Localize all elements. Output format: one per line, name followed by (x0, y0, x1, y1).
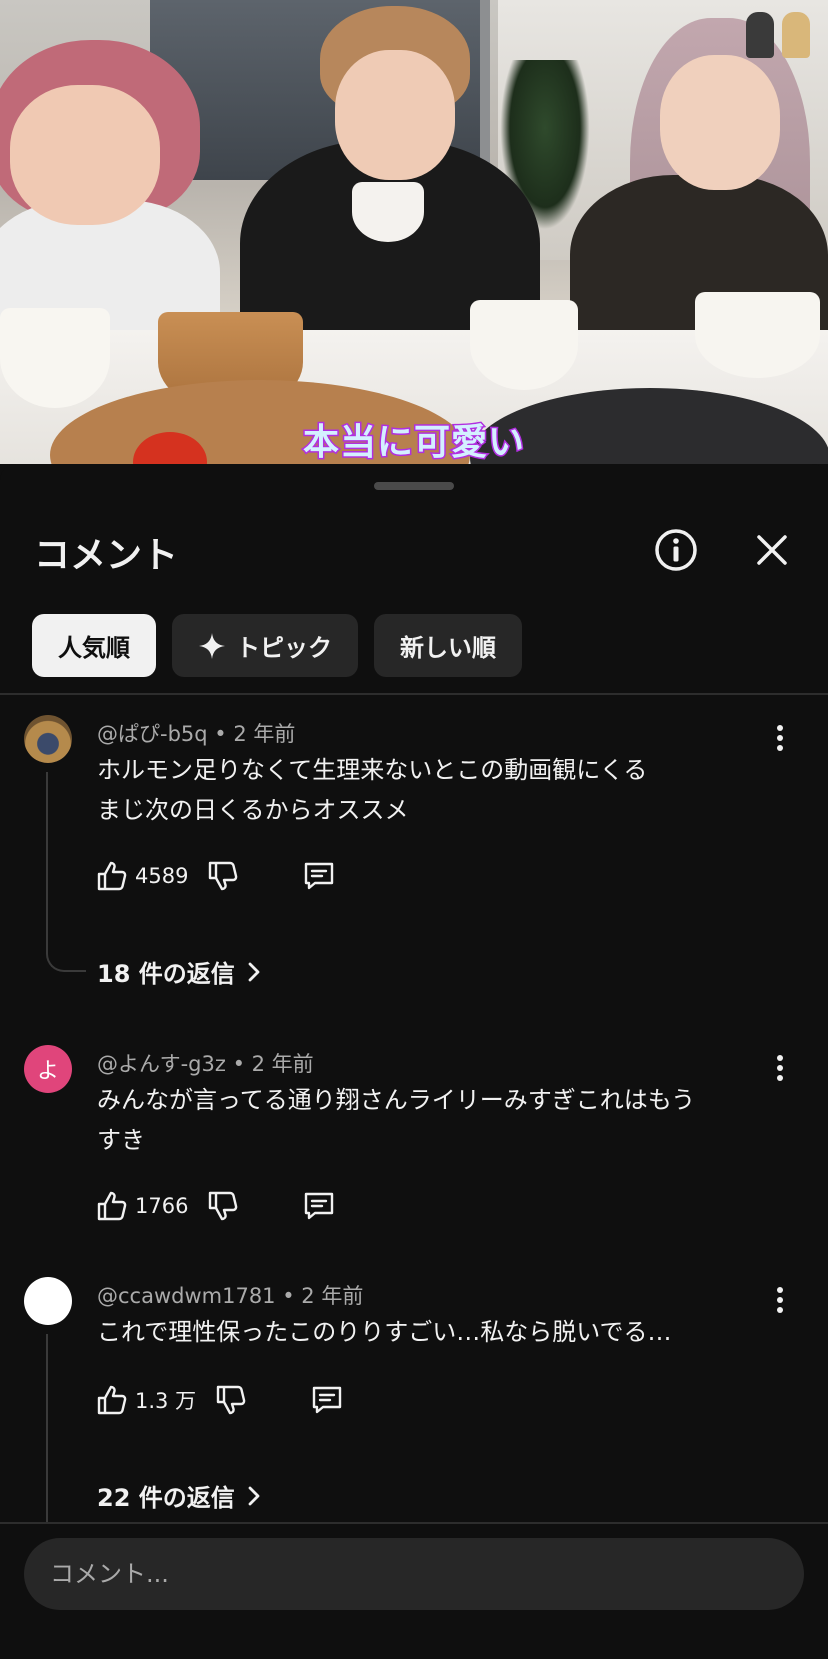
bowl-white-right (695, 292, 820, 378)
comment-author[interactable]: @よんす-g3z (97, 1052, 226, 1076)
chip-label: 人気順 (58, 634, 130, 662)
reply-icon (305, 1192, 334, 1220)
reply-icon (312, 1386, 342, 1414)
reply-icon (305, 862, 334, 890)
chevron-right-icon (248, 962, 260, 981)
mascot-figure-blonde (782, 12, 810, 58)
comment-line: みんなが言ってる通り翔さんライリーみすぎこれはもう (97, 1086, 696, 1114)
video-player[interactable]: 本当に可愛い (0, 0, 828, 464)
comment-text: これで理性保ったこのりりすごい…私なら脱いでる… (97, 1312, 757, 1352)
more-vertical-icon (777, 1287, 783, 1313)
channel-mascot (746, 12, 810, 58)
drag-handle[interactable] (374, 482, 454, 490)
view-replies-button[interactable]: 22 件の返信 (97, 1478, 261, 1513)
thumbs-up-icon (97, 861, 127, 891)
chevron-right-icon (248, 1486, 260, 1505)
avatar[interactable]: よ (24, 1045, 72, 1093)
person-center-face (335, 50, 455, 180)
comment-input[interactable] (24, 1538, 804, 1610)
person-right-face (660, 55, 780, 190)
comment-meta: @ぱぴ-b5q • 2 年前 (97, 718, 295, 748)
thumbs-up-icon (97, 1385, 127, 1415)
comment-author[interactable]: @ccawdwm1781 (97, 1284, 276, 1308)
like-button[interactable] (95, 1189, 129, 1223)
panel-title: コメント (34, 535, 179, 576)
chip-label: トピック (236, 634, 332, 662)
thumbs-down-icon (209, 861, 238, 891)
chip-newest[interactable]: 新しい順 (374, 614, 522, 677)
dislike-button[interactable] (206, 859, 240, 893)
comment-actions: 1766 (95, 1186, 336, 1226)
info-button[interactable] (652, 526, 700, 574)
avatar[interactable] (24, 715, 72, 763)
mascot-figure-dark (746, 12, 774, 58)
held-bowl (352, 182, 424, 242)
like-count: 4589 (135, 864, 189, 888)
comment-line: ホルモン足りなくて生理来ないとこの動画観にくる (97, 756, 648, 784)
reply-button[interactable] (310, 1383, 344, 1417)
thread-connector (46, 772, 86, 972)
comment-time: 2 年前 (233, 722, 296, 746)
comment-time: 2 年前 (301, 1284, 364, 1308)
like-button[interactable] (95, 859, 129, 893)
comment-meta: @よんす-g3z • 2 年前 (97, 1048, 314, 1078)
thumbs-up-icon (97, 1191, 127, 1221)
chip-popular[interactable]: 人気順 (32, 614, 156, 677)
more-vertical-icon (777, 1055, 783, 1081)
more-vertical-icon (777, 725, 783, 751)
chip-topics[interactable]: トピック (172, 614, 358, 677)
comment-composer (0, 1522, 828, 1659)
comment-line: まじ次の日くるからオススメ (97, 796, 409, 824)
meta-separator: • (282, 1284, 302, 1308)
comment-author[interactable]: @ぱぴ-b5q (97, 722, 208, 746)
person-left-face (10, 85, 160, 225)
like-count: 1.3 万 (135, 1389, 197, 1413)
comment-line: これで理性保ったこのりりすごい…私なら脱いでる… (97, 1318, 672, 1346)
reply-button[interactable] (302, 1189, 336, 1223)
like-count: 1766 (135, 1194, 189, 1218)
comment-more-button[interactable] (764, 1280, 796, 1320)
info-icon (655, 529, 697, 571)
thumbs-down-icon (216, 1385, 246, 1415)
view-replies-button[interactable]: 18 件の返信 (97, 954, 261, 989)
chips-divider (0, 693, 828, 695)
close-button[interactable] (748, 526, 796, 574)
close-icon (757, 535, 787, 565)
avatar-letter: よ (36, 1059, 59, 1084)
chip-label: 新しい順 (400, 634, 496, 662)
comment-time: 2 年前 (251, 1052, 314, 1076)
dislike-button[interactable] (214, 1383, 248, 1417)
comment-actions: 1.3 万 (95, 1380, 344, 1420)
comment-more-button[interactable] (764, 718, 796, 758)
sort-chips: 人気順 トピック 新しい順 (32, 614, 522, 677)
dislike-button[interactable] (206, 1189, 240, 1223)
avatar[interactable] (24, 1277, 72, 1325)
reply-button[interactable] (302, 859, 336, 893)
thumbs-down-icon (209, 1191, 238, 1221)
replies-label: 22 件の返信 (97, 1484, 235, 1512)
meta-separator: • (214, 722, 234, 746)
comment-more-button[interactable] (764, 1048, 796, 1088)
bowl-white-center (470, 300, 578, 390)
bowl-white-left (0, 308, 110, 408)
video-caption: 本当に可愛い (301, 421, 525, 465)
comment-text: みんなが言ってる通り翔さんライリーみすぎこれはもう すき (97, 1080, 757, 1160)
replies-label: 18 件の返信 (97, 960, 235, 988)
sparkle-icon (199, 632, 225, 659)
comment-meta: @ccawdwm1781 • 2 年前 (97, 1280, 363, 1310)
comment-line: すき (97, 1126, 145, 1154)
like-button[interactable] (95, 1383, 129, 1417)
comment-text: ホルモン足りなくて生理来ないとこの動画観にくる まじ次の日くるからオススメ (97, 750, 757, 830)
meta-separator: • (232, 1052, 252, 1076)
comment-actions: 4589 (95, 856, 336, 896)
